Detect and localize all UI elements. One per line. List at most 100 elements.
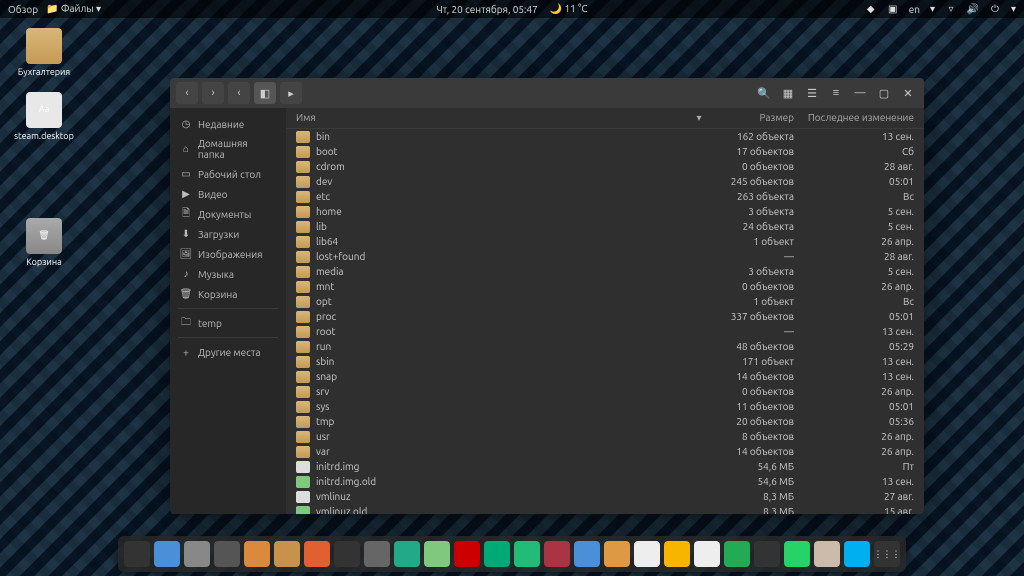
dock-text-editor[interactable]: [184, 541, 210, 567]
nav-up-button[interactable]: ‹: [228, 82, 250, 104]
sidebar-item-folder[interactable]: 🗀temp: [170, 313, 286, 333]
sidebar-item-desktop[interactable]: ▭Рабочий стол: [170, 164, 286, 184]
dock-whatsapp[interactable]: [784, 541, 810, 567]
file-row[interactable]: opt1 объектВс: [286, 294, 924, 309]
path-segment-button[interactable]: ▸: [280, 82, 302, 104]
dock-calendar[interactable]: [634, 541, 660, 567]
dropbox-icon[interactable]: ◆: [865, 3, 877, 15]
sidebar-separator: [178, 337, 278, 338]
desktop-icon-trash[interactable]: 🗑Корзина: [14, 218, 74, 268]
sidebar-item-video[interactable]: ▶Видео: [170, 184, 286, 204]
dock-archive[interactable]: [274, 541, 300, 567]
dock-aptik[interactable]: [244, 541, 270, 567]
file-row[interactable]: lost+found—28 авг.: [286, 249, 924, 264]
sidebar-item-music[interactable]: ♪Музыка: [170, 264, 286, 284]
sidebar-item-clock[interactable]: ◷Недавние: [170, 114, 286, 134]
dock-notes[interactable]: [814, 541, 840, 567]
col-name-header[interactable]: Имя: [296, 112, 694, 124]
file-row[interactable]: initrd.img54,6 МБПт: [286, 459, 924, 474]
file-row[interactable]: proc337 объектов05:01: [286, 309, 924, 324]
file-row[interactable]: tmp20 объектов05:36: [286, 414, 924, 429]
activities-button[interactable]: Обзор: [8, 4, 38, 15]
file-row[interactable]: cdrom0 объектов28 авг.: [286, 159, 924, 174]
file-row[interactable]: media3 объекта5 сен.: [286, 264, 924, 279]
column-headers[interactable]: Имя ▾ Размер Последнее изменение: [286, 108, 924, 129]
dock-software[interactable]: [304, 541, 330, 567]
file-row[interactable]: var14 объектов26 апр.: [286, 444, 924, 459]
keyboard-layout[interactable]: en: [909, 4, 920, 15]
nav-back-button[interactable]: ‹: [176, 82, 198, 104]
file-row[interactable]: run48 объектов05:29: [286, 339, 924, 354]
file-row[interactable]: vmlinuz8,3 МБ27 авг.: [286, 489, 924, 504]
dock-wps[interactable]: [394, 541, 420, 567]
dock-sublime[interactable]: [754, 541, 780, 567]
file-row[interactable]: dev245 объектов05:01: [286, 174, 924, 189]
dock-bulb[interactable]: [664, 541, 690, 567]
close-button[interactable]: ✕: [898, 83, 918, 103]
maximize-button[interactable]: ▢: [874, 83, 894, 103]
sidebar-item-image[interactable]: 🖼Изображения: [170, 244, 286, 264]
dock-app2[interactable]: [574, 541, 600, 567]
plus-icon: +: [180, 346, 192, 358]
file-row[interactable]: lib24 объекта5 сен.: [286, 219, 924, 234]
view-list-button[interactable]: ☰: [802, 83, 822, 103]
dock-vscode[interactable]: [514, 541, 540, 567]
weather-indicator[interactable]: 🌙 11 °C: [550, 3, 588, 15]
hamburger-menu-button[interactable]: ≡: [826, 83, 846, 103]
minimize-button[interactable]: —: [850, 83, 870, 103]
dock-browser[interactable]: [424, 541, 450, 567]
file-row[interactable]: root—13 сен.: [286, 324, 924, 339]
file-row[interactable]: snap14 объектов13 сен.: [286, 369, 924, 384]
file-row[interactable]: etc263 объектаВс: [286, 189, 924, 204]
search-button[interactable]: 🔍: [754, 83, 774, 103]
tray-icon[interactable]: ▣: [887, 3, 899, 15]
sidebar-item-trash[interactable]: 🗑Корзина: [170, 284, 286, 304]
power-icon[interactable]: ⏻: [989, 3, 1001, 15]
desktop-icon-file[interactable]: Aasteam.desktop: [14, 92, 74, 142]
clock[interactable]: Чт, 20 сентября, 05:47: [437, 4, 538, 15]
window-titlebar[interactable]: ‹ › ‹ ◧ ▸ 🔍 ▦ ☰ ≡ — ▢ ✕: [170, 78, 924, 108]
app-menu[interactable]: 📁 Файлы ▾: [46, 3, 101, 15]
file-row[interactable]: sbin171 объект13 сен.: [286, 354, 924, 369]
folder-icon: [296, 356, 310, 368]
dock-files[interactable]: [154, 541, 180, 567]
dock-calculator[interactable]: [214, 541, 240, 567]
file-row[interactable]: sys11 объектов05:01: [286, 399, 924, 414]
home-icon: ⌂: [180, 143, 192, 155]
file-row[interactable]: usr8 объектов26 апр.: [286, 429, 924, 444]
sidebar-item-home[interactable]: ⌂Домашняя папка: [170, 134, 286, 164]
dock-apps[interactable]: ⋮⋮⋮: [874, 541, 900, 567]
dock-app1[interactable]: [544, 541, 570, 567]
desktop-icon-folder[interactable]: Бухгалтерия: [14, 28, 74, 78]
dock-terminal[interactable]: [124, 541, 150, 567]
sidebar-other-places[interactable]: +Другие места: [170, 342, 286, 362]
volume-icon[interactable]: 🔊: [967, 3, 979, 15]
file-row[interactable]: vmlinuz.old8,3 МБ15 авг.: [286, 504, 924, 514]
dock-chrome[interactable]: [604, 541, 630, 567]
dock-gmail[interactable]: [694, 541, 720, 567]
file-row[interactable]: lib641 объект26 апр.: [286, 234, 924, 249]
file-row[interactable]: initrd.img.old54,6 МБ13 сен.: [286, 474, 924, 489]
file-row[interactable]: boot17 объектовСб: [286, 144, 924, 159]
sidebar-item-download[interactable]: ⬇Загрузки: [170, 224, 286, 244]
dock-steam[interactable]: [334, 541, 360, 567]
col-modified-header[interactable]: Последнее изменение: [794, 112, 914, 124]
dock-drive[interactable]: [484, 541, 510, 567]
file-row[interactable]: bin162 объекта13 сен.: [286, 129, 924, 144]
dock-skype2[interactable]: [724, 541, 750, 567]
col-size-header[interactable]: Размер: [704, 112, 794, 124]
dock-skype[interactable]: [844, 541, 870, 567]
file-row[interactable]: home3 объекта5 сен.: [286, 204, 924, 219]
folder-icon: [296, 341, 310, 353]
dock-settings[interactable]: [364, 541, 390, 567]
nav-forward-button[interactable]: ›: [202, 82, 224, 104]
wifi-icon[interactable]: ▿: [945, 3, 957, 15]
path-root-button[interactable]: ◧: [254, 82, 276, 104]
sidebar-item-label: Недавние: [198, 119, 244, 130]
file-row[interactable]: mnt0 объектов26 апр.: [286, 279, 924, 294]
view-grid-button[interactable]: ▦: [778, 83, 798, 103]
dock-youtube[interactable]: [454, 541, 480, 567]
sidebar: ◷Недавние⌂Домашняя папка▭Рабочий стол▶Ви…: [170, 108, 286, 514]
sidebar-item-doc[interactable]: 🗎Документы: [170, 204, 286, 224]
file-row[interactable]: srv0 объектов26 апр.: [286, 384, 924, 399]
